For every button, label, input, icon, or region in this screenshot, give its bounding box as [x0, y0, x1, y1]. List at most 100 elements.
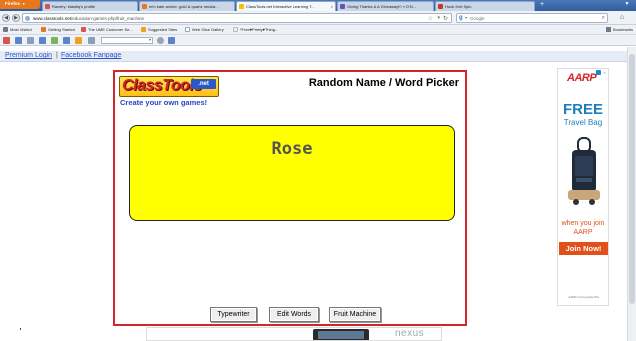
picked-word: Rose [271, 139, 313, 159]
ad-when-text: when you join AARP [561, 220, 605, 236]
premium-login-link[interactable]: Premium Login [5, 52, 52, 59]
bookmarks-toolbar: Most Visited Getting Started The UME Cus… [0, 25, 636, 35]
home-icon[interactable]: ⌂ [616, 13, 628, 23]
scrollbar-thumb[interactable] [629, 54, 635, 304]
addon-home-icon[interactable] [3, 37, 10, 44]
nexus-logo: nexus [395, 328, 425, 339]
bookmark-web-slice-gallery[interactable]: Web Slice Gallery [185, 27, 224, 32]
logo-badge: .net [191, 79, 216, 89]
forward-arrow-icon[interactable]: ▶ [12, 14, 20, 22]
addon-go-icon[interactable] [168, 37, 175, 44]
join-now-button[interactable]: Join Now! [559, 242, 608, 255]
page-scrollbar[interactable] [627, 47, 636, 341]
reload-icon[interactable]: ↻ [443, 15, 448, 22]
history-dropdown-icon[interactable]: ▾ [437, 15, 440, 21]
nexus-banner-ad[interactable]: nexus [146, 327, 442, 341]
ad-headline: FREE [562, 101, 603, 118]
chevron-down-icon[interactable]: ▾ [149, 37, 151, 42]
tab-list-chevron-icon[interactable]: ▼ [622, 1, 632, 10]
bookmark-suggested-sites[interactable]: Suggested Sites [141, 27, 177, 32]
tab-title: erin kate archer: gold & quartz neckla..… [149, 4, 219, 9]
logo-text: ClassTools [122, 77, 202, 94]
aarp-logo: AARP [567, 72, 597, 84]
tablet-image [313, 329, 369, 340]
bookmark-label: Getting Started [48, 27, 75, 32]
star-folder-icon [3, 27, 8, 32]
classtools-logo[interactable]: ClassTools .net Create your own games! [119, 76, 219, 107]
tab-erin-kate-archer[interactable]: erin kate archer: gold & quartz neckla..… [139, 1, 235, 11]
bookmark-free-pretty-things[interactable]: *Free♥Pretty♥Thing... [233, 27, 278, 32]
blog-favicon-icon [142, 4, 147, 9]
ad-subline: Travel Bag [563, 118, 603, 127]
google-icon[interactable]: g [459, 15, 463, 21]
search-box[interactable]: g ▾ Google ⌕ [456, 13, 608, 23]
zoom-icon[interactable] [157, 37, 164, 44]
close-tab-icon[interactable]: × [331, 4, 333, 9]
site-top-strip: Premium Login | Facebook Fanpage [0, 51, 636, 62]
firefox-menu-button[interactable]: Firefox ▼ [0, 0, 40, 9]
search-icon[interactable]: ⌕ [602, 15, 605, 22]
link-separator: | [56, 52, 58, 59]
bookmark-getting-started[interactable]: Getting Started [41, 27, 75, 32]
bookmark-star-icon[interactable]: ☆ [428, 15, 433, 22]
slice-icon [185, 27, 190, 32]
random-name-picker-frame: ClassTools .net Create your own games! R… [113, 70, 467, 326]
ad-fine-print: AARP is for people 50+ [568, 295, 600, 299]
bookmark-label: Suggested Sites [148, 27, 178, 32]
cursor-mark [20, 328, 21, 330]
bookmark-label: *Free♥Pretty♥Thing... [240, 27, 279, 32]
addon-search-field[interactable]: ▾ [101, 37, 153, 44]
sites-icon [141, 27, 146, 32]
bookmarks-icon [605, 27, 611, 32]
search-engine-chevron-icon[interactable]: ▾ [465, 15, 467, 20]
bookmark-ume-customer[interactable]: The UME Customer Se... [81, 27, 133, 32]
site-identity-icon[interactable] [25, 16, 30, 21]
navigation-toolbar: ◀ ▶ www.classtools.net/education-games-p… [0, 11, 636, 25]
tab-giving-thanks[interactable]: Giving Thanks & A Giveaway!!! « D'N... [337, 1, 434, 11]
edit-words-button[interactable]: Edit Words [269, 307, 319, 322]
addon-image-icon[interactable] [63, 37, 70, 44]
address-bar[interactable]: www.classtools.net/education-games-php/f… [22, 13, 452, 23]
travel-bag-image [568, 137, 600, 205]
addon-print-icon[interactable] [27, 37, 34, 44]
tab-title: Hook Knit Spin [445, 4, 472, 9]
new-tab-button[interactable]: + [537, 1, 547, 10]
classtools-favicon-icon [239, 4, 244, 9]
back-arrow-icon[interactable]: ◀ [2, 14, 10, 22]
tab-hook-knit-spin[interactable]: Hook Knit Spin [435, 1, 535, 11]
facebook-fanpage-link[interactable]: Facebook Fanpage [61, 52, 121, 59]
bookmarks-menu-label: Bookmarks [612, 27, 633, 32]
addon-menu-icon[interactable] [88, 37, 95, 44]
mail-icon [81, 27, 86, 32]
typewriter-button[interactable]: Typewriter [210, 307, 257, 322]
blog-favicon-icon [438, 4, 443, 9]
tab-ravelry[interactable]: Ravelry: ktawfiq's profile [42, 1, 138, 11]
fruit-machine-button[interactable]: Fruit Machine [329, 307, 381, 322]
page-icon [233, 27, 238, 32]
tab-title: Ravelry: ktawfiq's profile [52, 4, 95, 9]
ravelry-favicon-icon [45, 4, 50, 9]
close-icon[interactable]: × [602, 70, 607, 75]
bookmark-label: The UME Customer Se... [88, 27, 133, 32]
blog-favicon-icon [340, 4, 345, 9]
ad-choices-icon[interactable] [596, 70, 601, 75]
addon-tools-icon[interactable] [51, 37, 58, 44]
chevron-down-icon: ▼ [22, 2, 26, 6]
bookmark-label: Web Slice Gallery [192, 27, 224, 32]
addon-wrench-icon[interactable] [75, 37, 82, 44]
url-text: www.classtools.net/education-games-php/f… [33, 16, 144, 21]
url-path: /education-games-php/fruit_machine [71, 16, 145, 21]
addon-feed-icon[interactable] [15, 37, 22, 44]
url-host: www.classtools.net [33, 16, 72, 21]
tab-bar: Firefox ▼ Ravelry: ktawfiq's profile erin… [0, 0, 636, 11]
bookmark-label: Most Visited [10, 27, 32, 32]
bookmark-most-visited[interactable]: Most Visited [3, 27, 32, 32]
web-page: Premium Login | Facebook Fanpage ClassTo… [0, 47, 636, 341]
page-title: Random Name / Word Picker [308, 77, 459, 89]
addon-page-icon[interactable] [39, 37, 46, 44]
bookmarks-menu-button[interactable]: Bookmarks [605, 27, 633, 32]
addon-toolbar: ▾ [0, 35, 636, 46]
tab-classtools[interactable]: ClassTools.net Interactive Learning T...… [236, 1, 336, 11]
aarp-ad[interactable]: × AARP FREE Travel Bag when you join AAR… [557, 68, 609, 306]
logo-box: ClassTools .net [119, 76, 219, 97]
